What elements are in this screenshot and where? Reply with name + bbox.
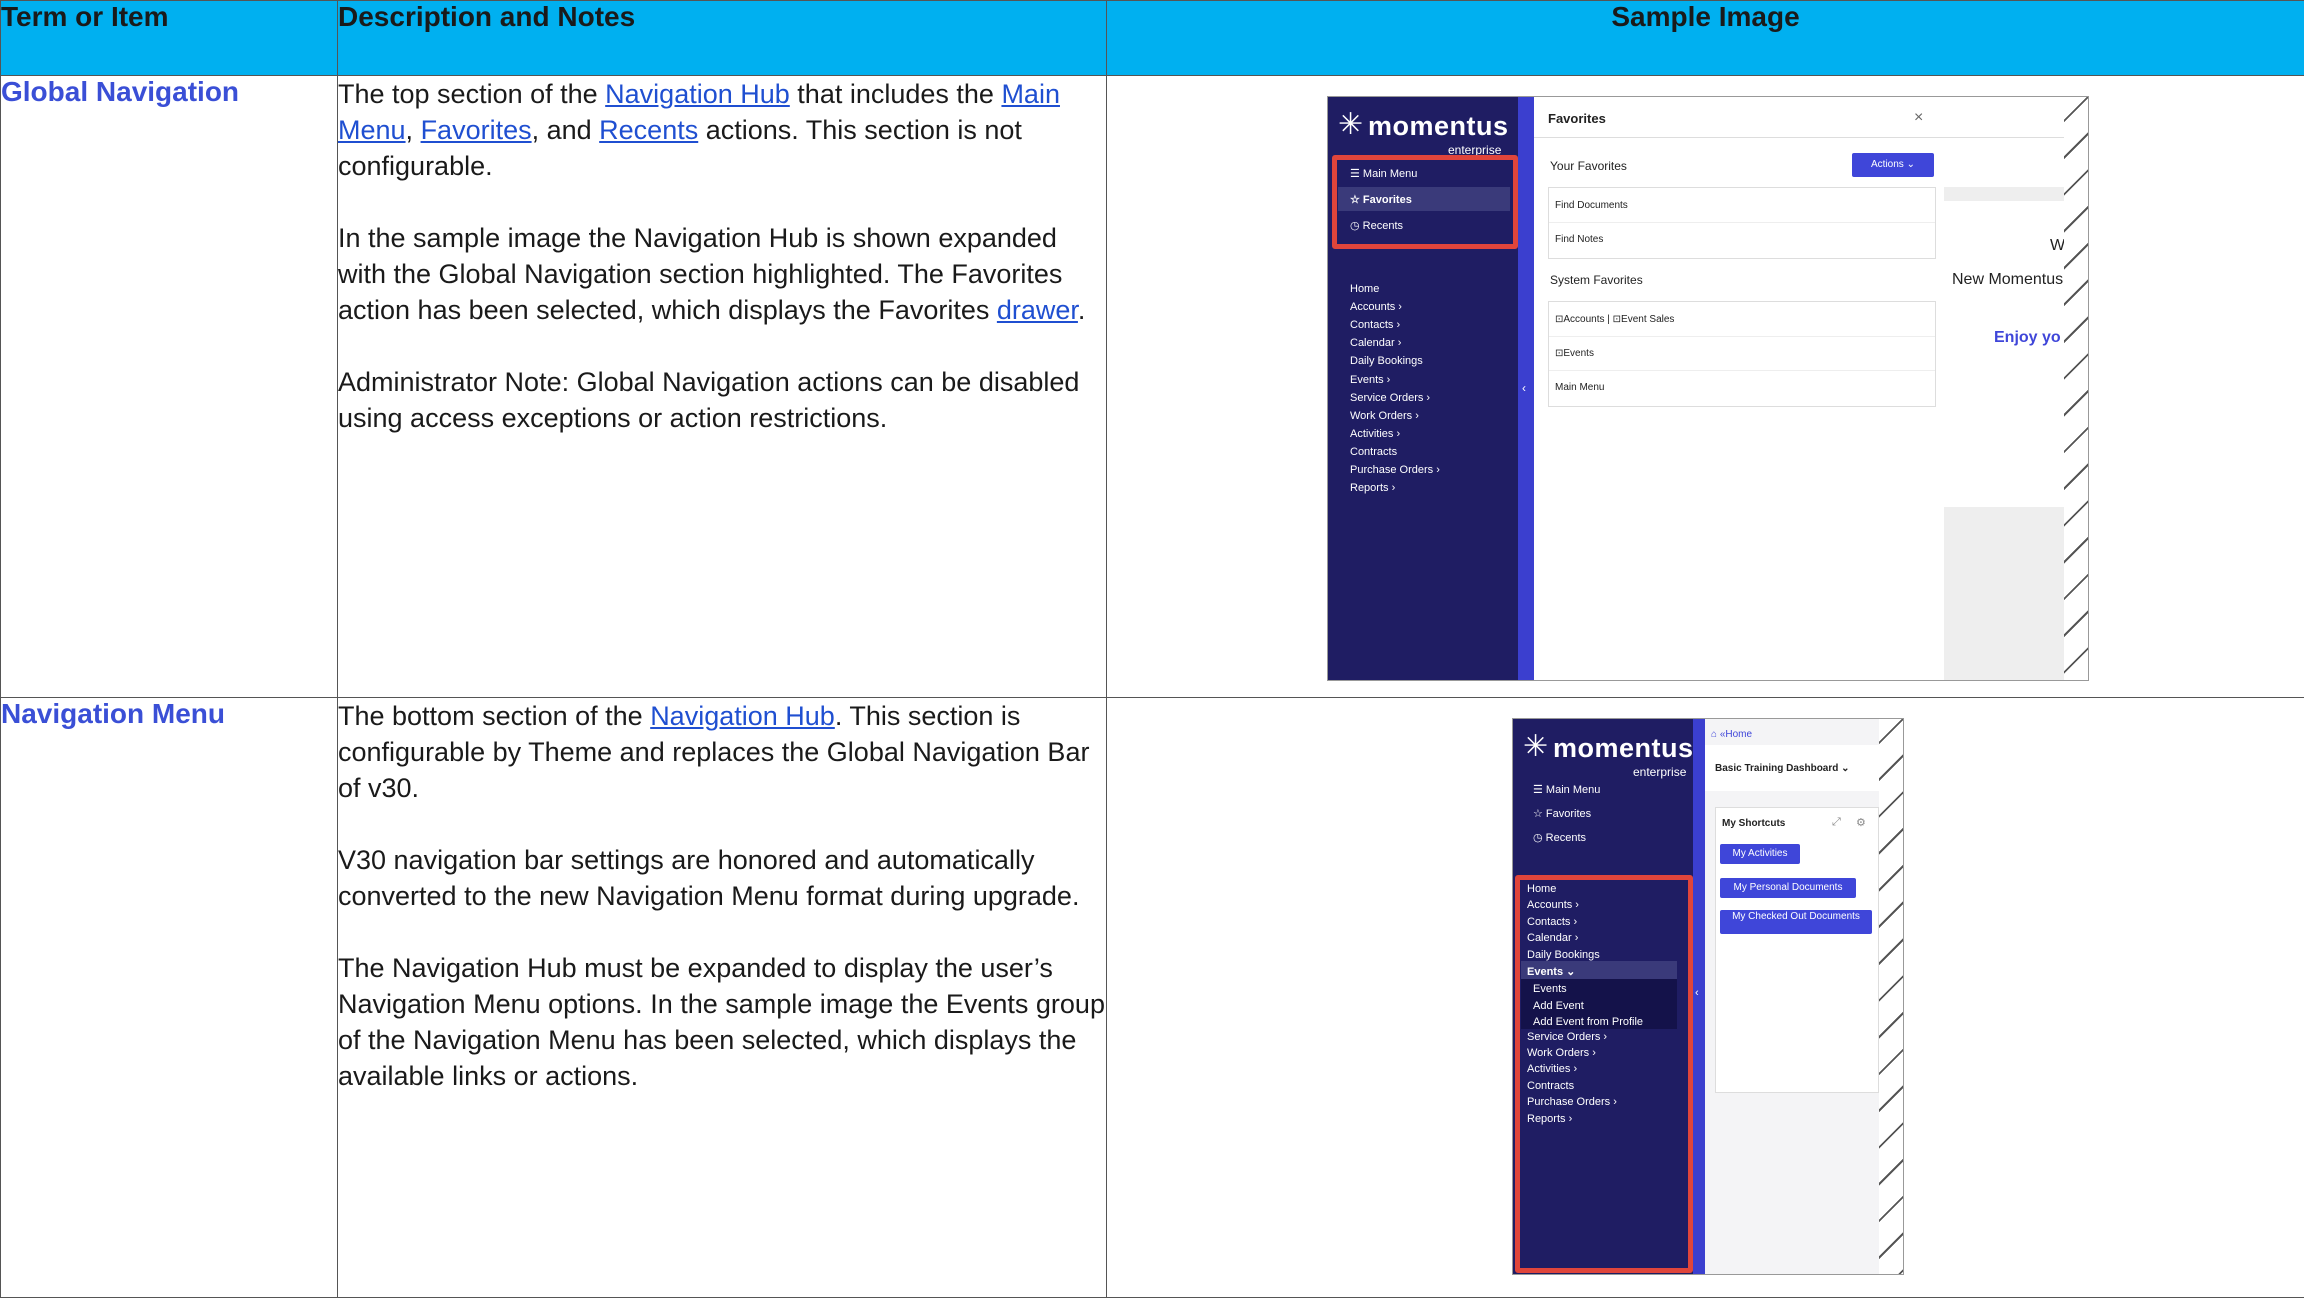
definitions-table: Term or Item Description and Notes Sampl… (0, 0, 2304, 1298)
description-global-navigation: The top section of the Navigation Hub th… (337, 75, 1107, 698)
your-favorites-heading: Your Favorites (1550, 159, 1627, 173)
nav-item-home[interactable]: Home (1350, 283, 1379, 295)
navigation-hub-link[interactable]: Navigation Hub (650, 701, 835, 731)
close-icon[interactable]: × (1914, 109, 1923, 127)
text: The top section of the (338, 79, 606, 109)
my-personal-documents-button[interactable]: My Personal Documents (1720, 878, 1856, 898)
shortcuts-widget: My Shortcuts ⤢ ⚙ My Activities My Person… (1715, 807, 1879, 1093)
home-breadcrumb[interactable]: ⌂ «Home (1711, 729, 1752, 740)
table-row: Navigation Menu The bottom section of th… (0, 697, 2304, 1298)
logo-mark-icon: ✳ (1338, 108, 1364, 141)
accounts-event-sales-item[interactable]: ⊡Accounts | ⊡Event Sales (1555, 314, 1674, 325)
header-description: Description and Notes (337, 0, 1107, 76)
nav-item-events[interactable]: Events › (1350, 374, 1390, 386)
navigation-menu-highlight (1515, 875, 1693, 1273)
text: , and (531, 115, 600, 145)
nav-item-purchase-orders[interactable]: Purchase Orders › (1350, 464, 1440, 476)
paragraph: The bottom section of the Navigation Hub… (338, 698, 1106, 806)
term-navigation-menu: Navigation Menu (0, 697, 338, 1298)
favorites-drawer: Favorites × Your Favorites Actions ⌄ Fin… (1534, 97, 1945, 680)
my-checked-out-documents-button[interactable]: My Checked Out Documents (1720, 910, 1872, 934)
nav-item-daily-bookings[interactable]: Daily Bookings (1350, 355, 1423, 367)
drawer-link[interactable]: drawer (997, 295, 1078, 325)
recents-item[interactable]: ◷ Recents (1533, 831, 1586, 844)
text: . (1077, 295, 1086, 325)
gear-icon[interactable]: ⚙ (1856, 816, 1866, 829)
logo-wordmark: momentus (1368, 111, 1509, 141)
collapse-icon[interactable]: ‹ (1695, 987, 1699, 999)
sample-image-cell: ✳ momentus enterprise ☰ Main Menu ☆ Favo… (1106, 697, 2304, 1298)
nav-item-work-orders[interactable]: Work Orders › (1350, 410, 1419, 422)
navigation-hub: ✳ momentus enterprise ☰ Main Menu ☆ Favo… (1513, 719, 1693, 1274)
navigation-hub-link[interactable]: Navigation Hub (605, 79, 790, 109)
events-favorite-item[interactable]: ⊡Events (1555, 348, 1594, 359)
paragraph: V30 navigation bar settings are honored … (338, 845, 1080, 911)
shortcuts-title: My Shortcuts (1722, 818, 1786, 829)
actions-button[interactable]: Actions ⌄ (1852, 153, 1934, 177)
torn-edge (2064, 97, 2088, 680)
description-navigation-menu: The bottom section of the Navigation Hub… (337, 697, 1107, 1298)
hub-collapse-strip[interactable]: ‹ (1693, 719, 1705, 1274)
nav-item-contracts[interactable]: Contracts (1350, 446, 1397, 458)
paragraph: The top section of the Navigation Hub th… (338, 76, 1106, 184)
term-global-navigation: Global Navigation (0, 75, 338, 698)
system-favorites-list: ⊡Accounts | ⊡Event Sales ⊡Events Main Me… (1548, 301, 1936, 407)
logo-mark-icon: ✳ (1523, 730, 1549, 763)
favorites-list: Find Documents Find Notes (1548, 187, 1936, 259)
header-sample-image: Sample Image (1106, 0, 2304, 76)
nav-item-accounts[interactable]: Accounts › (1350, 301, 1402, 313)
logo-subtitle: enterprise (1633, 765, 1687, 779)
drawer-title: Favorites (1548, 111, 1606, 126)
nav-item-contacts[interactable]: Contacts › (1350, 319, 1400, 331)
favorites-link[interactable]: Favorites (421, 115, 532, 145)
paragraph: The Navigation Hub must be expanded to d… (338, 953, 1105, 1091)
torn-edge (1879, 719, 1903, 1274)
main-menu-favorite-item[interactable]: Main Menu (1555, 382, 1604, 393)
dashboard-area: ⌂ «Home Basic Training Dashboard ⌄ My Sh… (1705, 719, 1881, 1274)
sample-screenshot-events: ✳ momentus enterprise ☰ Main Menu ☆ Favo… (1512, 718, 1904, 1275)
nav-item-service-orders[interactable]: Service Orders › (1350, 392, 1430, 404)
main-menu-item[interactable]: ☰ Main Menu (1533, 783, 1600, 796)
favorites-item[interactable]: ☆ Favorites (1533, 807, 1591, 820)
table-row: Global Navigation The top section of the… (0, 75, 2304, 698)
dashboard-selector[interactable]: Basic Training Dashboard ⌄ (1715, 763, 1850, 774)
admin-note: Administrator Note: Global Navigation ac… (338, 367, 1080, 433)
sample-image-cell: ✳ momentus enterprise ☰ Main Menu ☆ Favo… (1106, 75, 2304, 698)
text: , (405, 115, 421, 145)
text: The bottom section of the (338, 701, 651, 731)
system-favorites-heading: System Favorites (1550, 273, 1643, 287)
text: that includes the (789, 79, 1002, 109)
background-text: W (2050, 237, 2066, 254)
recents-link[interactable]: Recents (599, 115, 698, 145)
my-activities-button[interactable]: My Activities (1720, 844, 1800, 864)
navigation-hub: ✳ momentus enterprise ☰ Main Menu ☆ Favo… (1328, 97, 1518, 680)
background-text: Enjoy yo (1994, 329, 2061, 346)
paragraph: In the sample image the Navigation Hub i… (338, 220, 1106, 328)
header-term: Term or Item (0, 0, 338, 76)
background-text: New Momentus (1952, 271, 2064, 288)
text: In the sample image the Navigation Hub i… (338, 223, 1063, 325)
find-documents-item[interactable]: Find Documents (1555, 200, 1628, 211)
nav-item-activities[interactable]: Activities › (1350, 428, 1400, 440)
hub-collapse-strip[interactable]: ‹ (1518, 97, 1534, 680)
logo-wordmark: momentus (1553, 733, 1694, 763)
global-navigation-highlight (1332, 155, 1518, 249)
background-page: W New Momentus Enjoy yo (1944, 97, 2074, 680)
collapse-icon[interactable]: ‹ (1522, 381, 1526, 395)
sample-screenshot-favorites: ✳ momentus enterprise ☰ Main Menu ☆ Favo… (1327, 96, 2089, 681)
nav-item-calendar[interactable]: Calendar › (1350, 337, 1401, 349)
expand-icon[interactable]: ⤢ (1832, 816, 1841, 829)
nav-item-reports[interactable]: Reports › (1350, 482, 1395, 494)
find-notes-item[interactable]: Find Notes (1555, 234, 1603, 245)
